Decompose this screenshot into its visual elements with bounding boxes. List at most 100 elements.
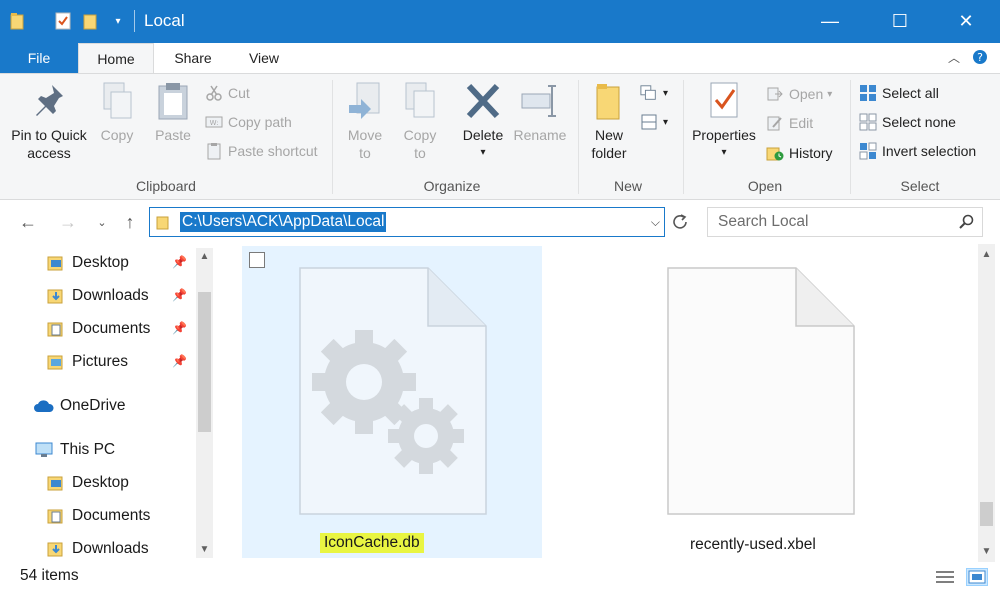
- invert-selection-button[interactable]: Invert selection: [859, 140, 976, 162]
- pin-icon[interactable]: 📌: [172, 354, 187, 368]
- scroll-down-arrow-icon[interactable]: ▼: [196, 541, 213, 558]
- new-item-button[interactable]: ▾: [640, 82, 668, 104]
- onedrive-cloud-icon: [34, 397, 54, 415]
- folder-icon: [156, 214, 170, 234]
- new-folder-button[interactable]: New folder: [586, 80, 632, 162]
- cut-label: Cut: [228, 85, 250, 101]
- open-label: Open: [789, 86, 824, 102]
- copy-to-label-2: to: [414, 145, 426, 161]
- pin-label-line2: access: [27, 145, 71, 161]
- new-group-label: New: [613, 178, 642, 194]
- organize-group-label: Organize: [423, 178, 481, 194]
- move-to-button[interactable]: Move to: [341, 80, 389, 162]
- rename-label: Rename: [513, 127, 567, 143]
- new-folder-icon: [589, 80, 629, 122]
- new-folder-quick-access-icon[interactable]: [80, 10, 100, 32]
- up-arrow-icon[interactable]: ↑: [118, 210, 142, 234]
- navigation-pane-scrollbar[interactable]: ▲ ▼: [196, 248, 213, 558]
- address-path[interactable]: C:\Users\ACK\AppData\Local: [180, 212, 387, 232]
- pin-to-quick-access-button[interactable]: Pin to Quick access: [8, 80, 90, 162]
- forward-arrow-icon[interactable]: →: [56, 210, 80, 234]
- back-arrow-icon[interactable]: ←: [16, 210, 40, 234]
- content-scrollbar[interactable]: ▲ ▼: [978, 244, 995, 562]
- customize-quick-access-chevron-icon[interactable]: ▾: [108, 10, 128, 32]
- title-bar: ▾ Local — ☐ ✕: [0, 0, 1000, 43]
- copy-button[interactable]: Copy: [94, 80, 140, 144]
- refresh-icon[interactable]: [669, 211, 691, 233]
- cut-button[interactable]: Cut: [205, 82, 250, 104]
- ribbon: Pin to Quick access Copy Paste Cut W: Co…: [0, 73, 1000, 200]
- edit-label: Edit: [789, 115, 814, 131]
- folder-icon: [8, 10, 28, 32]
- file-item-iconcache[interactable]: IconCache.db: [242, 246, 542, 558]
- title-separator: [134, 10, 135, 32]
- search-box[interactable]: Search Local: [707, 207, 983, 237]
- maximize-button[interactable]: ☐: [866, 0, 934, 43]
- easy-access-button[interactable]: ▾: [640, 111, 668, 133]
- scroll-up-arrow-icon[interactable]: ▲: [196, 248, 213, 265]
- address-bar[interactable]: C:\Users\ACK\AppData\Local ⌵: [149, 207, 665, 237]
- open-button[interactable]: Open ▾: [766, 83, 832, 105]
- minimize-button[interactable]: —: [796, 0, 864, 43]
- select-all-button[interactable]: Select all: [859, 82, 939, 104]
- tab-home[interactable]: Home: [78, 43, 154, 74]
- address-dropdown-chevron-icon[interactable]: ⌵: [651, 215, 660, 230]
- easy-access-icon: [640, 113, 658, 131]
- select-none-button[interactable]: Select none: [859, 111, 956, 133]
- tab-view[interactable]: View: [236, 43, 292, 73]
- pin-icon[interactable]: 📌: [172, 255, 187, 269]
- edit-button[interactable]: Edit: [766, 112, 813, 134]
- history-icon: [766, 144, 784, 162]
- sidebar-item-label: This PC: [60, 441, 116, 458]
- scroll-down-arrow-icon[interactable]: ▼: [978, 543, 995, 560]
- move-to-label-1: Move: [347, 127, 383, 143]
- details-view-icon[interactable]: [934, 568, 956, 586]
- delete-button[interactable]: Delete ▾: [458, 80, 508, 162]
- sidebar-item-label: Pictures: [72, 353, 128, 370]
- selection-checkbox[interactable]: [249, 252, 265, 268]
- select-all-label: Select all: [882, 85, 939, 101]
- properties-dropdown-icon[interactable]: ▾: [721, 144, 726, 162]
- scrollbar-thumb[interactable]: [198, 292, 211, 432]
- properties-quick-access-icon[interactable]: [53, 10, 73, 32]
- file-name[interactable]: IconCache.db: [320, 533, 424, 553]
- help-icon[interactable]: ?: [972, 49, 988, 68]
- invert-selection-label: Invert selection: [882, 143, 977, 159]
- scrollbar-thumb[interactable]: [980, 502, 993, 526]
- copy-to-button[interactable]: Copy to: [396, 80, 444, 162]
- pin-icon[interactable]: 📌: [172, 321, 187, 335]
- paste-button[interactable]: Paste: [150, 80, 196, 144]
- scroll-up-arrow-icon[interactable]: ▲: [978, 246, 995, 263]
- navigation-pane: Desktop 📌 Downloads 📌 Documents 📌 Pictur…: [0, 244, 216, 562]
- pin-icon[interactable]: 📌: [172, 288, 187, 302]
- file-name[interactable]: recently-used.xbel: [690, 536, 816, 554]
- close-button[interactable]: ✕: [932, 0, 1000, 43]
- computer-icon: [34, 441, 54, 459]
- ribbon-tabs: File Home Share View ︿ ?: [0, 43, 1000, 74]
- file-item-recently-used[interactable]: recently-used.xbel: [640, 246, 900, 558]
- ribbon-separator: [578, 80, 579, 194]
- move-to-label-2: to: [359, 145, 371, 161]
- minimize-ribbon-chevron-icon[interactable]: ︿: [948, 49, 960, 66]
- search-icon[interactable]: [958, 214, 974, 234]
- paste-shortcut-button[interactable]: Paste shortcut: [205, 140, 318, 162]
- clipboard-icon: [153, 80, 193, 122]
- downloads-folder-icon: [46, 540, 66, 558]
- properties-button[interactable]: Properties ▾: [688, 80, 760, 162]
- copy-to-icon: [400, 80, 440, 122]
- documents-folder-icon: [46, 320, 66, 338]
- properties-icon: [704, 80, 744, 122]
- recent-locations-chevron-icon[interactable]: ⌄: [90, 210, 114, 234]
- tab-share[interactable]: Share: [160, 43, 226, 73]
- rename-button[interactable]: Rename: [512, 80, 568, 144]
- copy-label: Copy: [100, 127, 134, 143]
- history-button[interactable]: History: [766, 142, 833, 164]
- copy-path-button[interactable]: W: Copy path: [205, 111, 292, 133]
- sidebar-item-label: Desktop: [72, 254, 129, 271]
- select-none-label: Select none: [882, 114, 956, 130]
- delete-dropdown-icon[interactable]: ▾: [480, 144, 485, 162]
- sidebar-item-label: OneDrive: [60, 397, 126, 414]
- large-icons-view-icon[interactable]: [966, 568, 988, 586]
- sidebar-item-label: Documents: [72, 507, 151, 524]
- tab-file[interactable]: File: [0, 43, 78, 73]
